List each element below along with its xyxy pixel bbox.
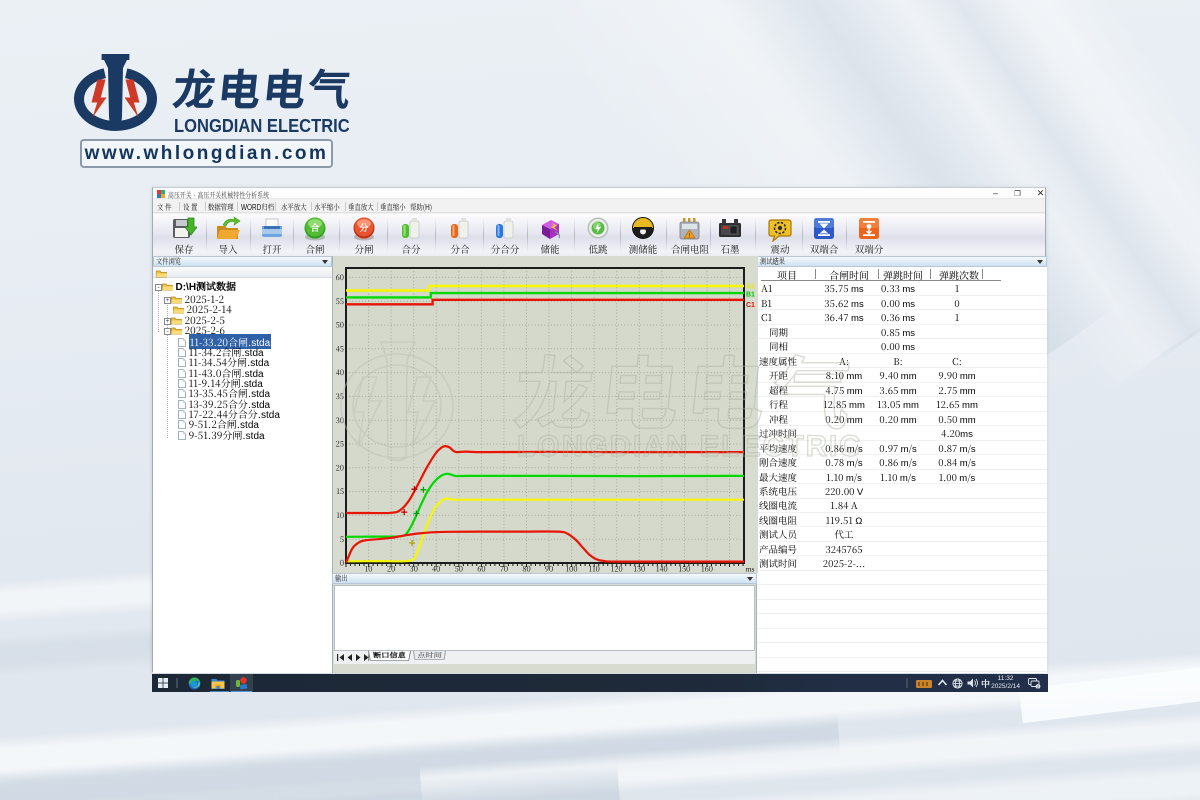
- svg-text:15: 15: [336, 486, 344, 497]
- svg-text:ms: ms: [746, 564, 755, 574]
- svg-text:80: 80: [522, 564, 530, 574]
- svg-text:45: 45: [336, 343, 344, 354]
- svg-text:110: 110: [589, 564, 600, 574]
- svg-text:20: 20: [336, 462, 344, 473]
- svg-text:40: 40: [336, 367, 344, 378]
- svg-text:20: 20: [387, 564, 395, 574]
- svg-text:55: 55: [336, 296, 344, 307]
- svg-text:合: 合: [310, 221, 319, 234]
- svg-text:120: 120: [611, 564, 623, 574]
- svg-text:30: 30: [336, 415, 344, 426]
- svg-text:40: 40: [432, 564, 440, 574]
- svg-text:70: 70: [500, 564, 508, 574]
- svg-text:0: 0: [340, 558, 344, 569]
- svg-text:5: 5: [340, 534, 344, 545]
- svg-text:B1: B1: [746, 292, 755, 299]
- svg-text:160: 160: [701, 564, 713, 574]
- svg-text:A1: A1: [746, 284, 755, 291]
- svg-text:C1: C1: [746, 302, 755, 309]
- svg-text:10: 10: [336, 510, 344, 521]
- svg-text:35: 35: [336, 391, 344, 402]
- svg-text:10: 10: [365, 564, 373, 574]
- svg-text:60: 60: [336, 272, 344, 283]
- svg-text:25: 25: [336, 439, 344, 450]
- svg-text:60: 60: [477, 564, 485, 574]
- svg-text:140: 140: [656, 564, 668, 574]
- svg-text:50: 50: [455, 564, 463, 574]
- svg-text:150: 150: [678, 564, 690, 574]
- svg-text:30: 30: [410, 564, 418, 574]
- svg-text:100: 100: [566, 564, 578, 574]
- svg-text:分: 分: [358, 221, 368, 234]
- svg-text:50: 50: [336, 320, 344, 331]
- svg-text:90: 90: [545, 564, 553, 574]
- svg-text:!: !: [689, 234, 691, 240]
- svg-text:130: 130: [633, 564, 645, 574]
